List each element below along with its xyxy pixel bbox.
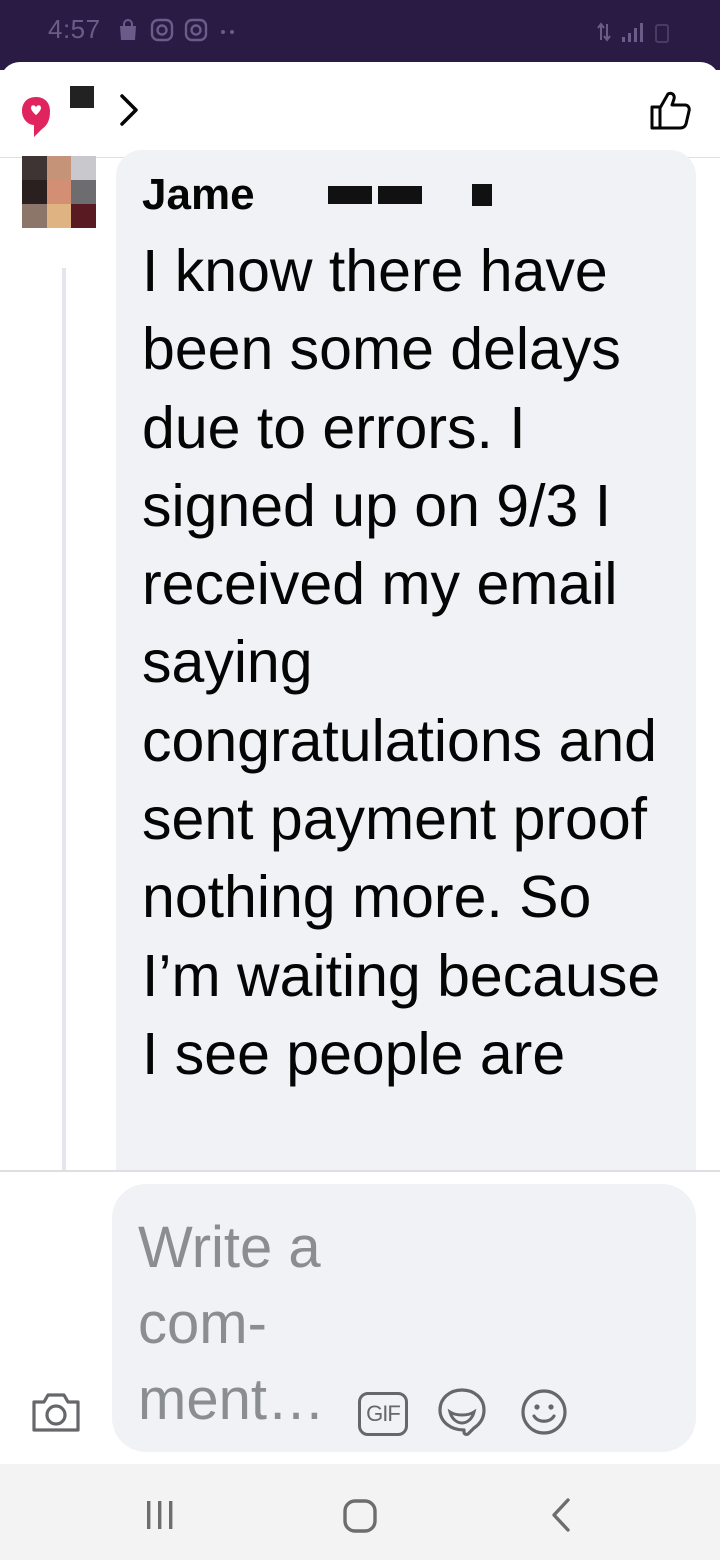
group-logo-icon[interactable] [20,94,52,140]
redacted-name-block [328,186,372,204]
reply-thread-line [62,268,66,1172]
avatar[interactable] [22,156,96,228]
gif-label: GIF [366,1401,401,1426]
signal-icon [622,23,643,42]
sticker-icon[interactable] [436,1386,488,1438]
comment-placeholder: Write a com-ment… [138,1215,325,1432]
back-icon[interactable] [548,1496,576,1534]
status-icons-right [596,20,672,44]
home-icon[interactable] [342,1498,378,1534]
instagram-icon [184,18,208,42]
battery-icon [655,24,669,43]
gif-button[interactable]: GIF [358,1392,408,1436]
recent-apps-icon[interactable] [144,1498,176,1532]
emoji-icon[interactable] [518,1386,570,1438]
status-bar: 4:57 [0,0,720,70]
header [0,62,720,158]
camera-icon[interactable] [30,1388,82,1436]
status-icons-left [116,18,238,42]
group-thumbnail[interactable] [70,86,94,108]
composer-divider [0,1170,720,1172]
comment-bubble: Jame I know there have been some delays … [116,150,696,1180]
data-transfer-icon [597,22,611,42]
redacted-name-block [378,186,422,204]
thumbs-up-icon[interactable] [648,88,692,132]
instagram-icon [150,18,174,42]
comment-author[interactable]: Jame [142,170,255,220]
redacted-name-block [472,184,492,206]
comment-text: I know there have been some delays due t… [142,238,661,1087]
status-time: 4:57 [48,14,101,44]
shopping-bag-icon [120,19,136,40]
chevron-right-icon[interactable] [116,92,142,128]
more-dots-icon [221,30,234,34]
